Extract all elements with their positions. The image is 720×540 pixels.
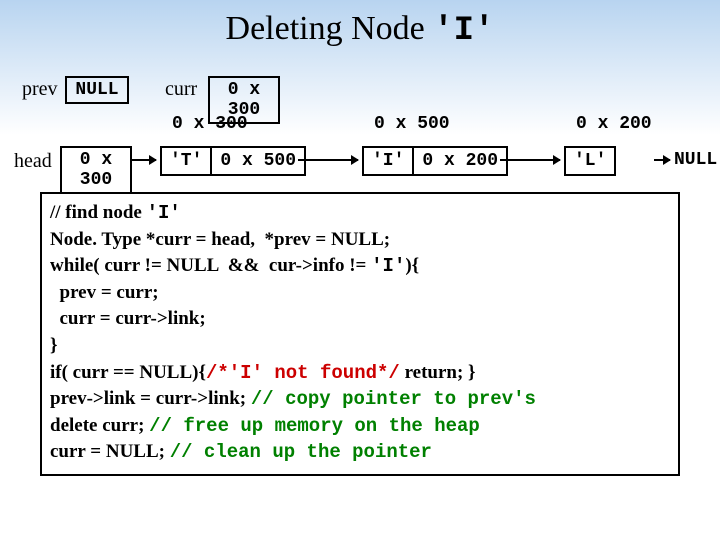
node-i-link: 0 x 200 <box>414 148 506 174</box>
node-l: 'L' <box>564 146 616 176</box>
node-t-link: 0 x 500 <box>212 148 304 174</box>
head-box: 0 x 300 <box>60 146 132 194</box>
node-t: 'T' 0 x 500 <box>160 146 306 176</box>
code-line-9: delete curr; // free up memory on the he… <box>50 413 670 440</box>
arrow-t-to-i <box>298 159 358 161</box>
code-line-8: prev->link = curr->link; // copy pointer… <box>50 386 670 413</box>
head-label: head <box>14 150 52 173</box>
title-prefix: Deleting Node <box>226 10 434 47</box>
code-line-2: Node. Type *curr = head, *prev = NULL; <box>50 227 670 254</box>
node-i: 'I' 0 x 200 <box>362 146 508 176</box>
code-box: // find node 'I' Node. Type *curr = head… <box>40 192 680 476</box>
curr-label: curr <box>165 78 197 101</box>
code-line-5: curr = curr->link; <box>50 306 670 333</box>
addr-200: 0 x 200 <box>576 114 652 134</box>
page-title: Deleting Node 'I' <box>0 0 720 50</box>
code-line-3: while( curr != NULL && cur->info != 'I')… <box>50 253 670 280</box>
node-l-info: 'L' <box>566 148 614 174</box>
arrow-head-to-t <box>132 159 156 161</box>
addr-300: 0 x 300 <box>172 114 248 134</box>
node-i-info: 'I' <box>364 148 414 174</box>
code-line-1: // find node 'I' <box>50 200 670 227</box>
prev-label: prev <box>22 78 58 101</box>
arrow-l-to-null <box>654 159 670 161</box>
addr-500: 0 x 500 <box>374 114 450 134</box>
node-t-info: 'T' <box>162 148 212 174</box>
title-mono: 'I' <box>433 12 494 50</box>
null-tail: NULL <box>674 150 717 170</box>
code-line-10: curr = NULL; // clean up the pointer <box>50 439 670 466</box>
code-line-4: prev = curr; <box>50 280 670 307</box>
code-line-7: if( curr == NULL){/*'I' not found*/ retu… <box>50 360 670 387</box>
code-line-6: } <box>50 333 670 360</box>
prev-box: NULL <box>65 76 129 104</box>
arrow-i-to-l <box>500 159 560 161</box>
